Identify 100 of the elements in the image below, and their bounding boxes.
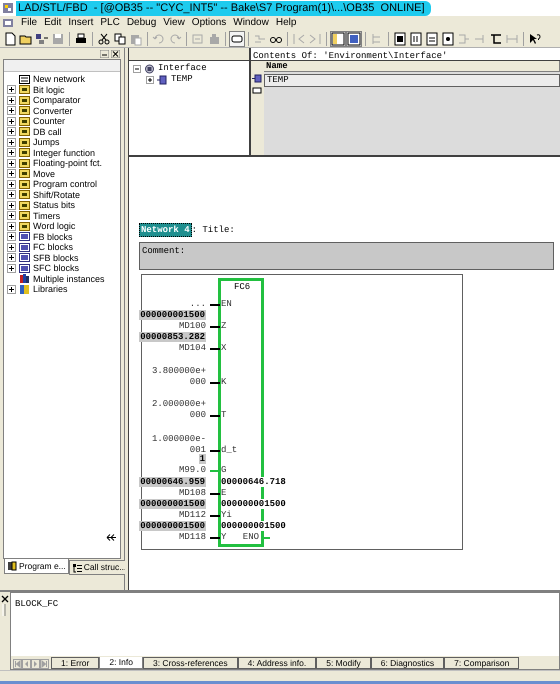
comment-field[interactable]: Comment: [139, 242, 554, 270]
block-icon [19, 252, 30, 264]
column-header[interactable]: Name [264, 61, 560, 71]
pane-tab[interactable]: 2: Info [99, 657, 143, 669]
expand-icon[interactable] [7, 85, 16, 94]
catalog-item[interactable]: Word logic [4, 221, 78, 232]
catalog-item[interactable]: Status bits [4, 200, 78, 210]
operand-label: 3.800000e+ [152, 366, 206, 376]
folder-icon [19, 210, 30, 222]
catalog-item[interactable]: FB blocks [4, 232, 75, 242]
catalog-item[interactable]: SFB blocks [4, 252, 81, 263]
tree-item[interactable]: Interface [158, 62, 207, 76]
expand-icon[interactable] [7, 96, 16, 105]
collapse-icon[interactable] [133, 64, 141, 72]
tree-item[interactable]: TEMP [171, 72, 193, 86]
expand-icon[interactable] [7, 242, 16, 252]
expand-icon[interactable] [7, 158, 16, 168]
folder-icon [19, 220, 30, 232]
pane-tab[interactable]: 4: Address info. [238, 657, 316, 669]
folder-icon [19, 200, 30, 211]
output-value: 000000001500 [221, 521, 286, 531]
operand-label: MD100 [178, 321, 206, 331]
collapse-icon[interactable] [106, 533, 117, 542]
close-icon[interactable] [1, 595, 9, 603]
menu-item[interactable]: PLC [100, 17, 120, 29]
menu-item[interactable]: Edit [44, 17, 62, 29]
folder-icon [19, 178, 30, 190]
catalog-item[interactable]: Bit logic [4, 84, 67, 95]
catalog-item[interactable]: Program control [4, 179, 100, 190]
network-icon [19, 74, 30, 85]
close-icon[interactable] [111, 50, 120, 58]
expand-icon[interactable] [146, 76, 154, 84]
pin-label: X [221, 343, 226, 353]
window-title: LAD/STL/FBD - [@OB35 -- "CYC_INT5" -- Bake\S7 Program(1)\...\OB35 ONLINE] [16, 0, 431, 16]
catalog-item[interactable]: Comparator [4, 95, 83, 106]
expand-icon[interactable] [7, 106, 16, 116]
menu-item[interactable]: Window [233, 17, 269, 29]
pane-tab[interactable]: 6: Diagnostics [370, 657, 444, 669]
operand-label: MD104 [178, 343, 206, 353]
operand-label: 000 [190, 377, 206, 387]
expand-icon[interactable] [7, 232, 16, 242]
expand-icon[interactable] [7, 138, 16, 147]
monitor-value: 00000646.959 [139, 477, 206, 487]
panel-tab[interactable]: Program e... [4, 559, 69, 574]
expand-icon[interactable] [7, 127, 16, 136]
minimize-icon[interactable] [100, 50, 109, 58]
document-icon[interactable] [2, 18, 14, 28]
network-label[interactable]: Network 4 [139, 223, 192, 237]
catalog-item[interactable]: Multiple instances [4, 274, 107, 284]
menu-item[interactable]: Insert [68, 17, 94, 29]
expand-icon[interactable] [7, 222, 16, 231]
catalog-item[interactable]: Floating-point fct. [4, 158, 104, 168]
catalog-item[interactable]: Integer function [4, 148, 98, 158]
folder-icon [19, 105, 30, 116]
new-row-icon [252, 86, 262, 94]
catalog-item[interactable]: New network [4, 74, 88, 84]
variable-icon [252, 74, 263, 83]
pin-label: T [221, 410, 226, 420]
comment-label: Comment: [142, 246, 186, 256]
expand-icon[interactable] [7, 253, 16, 262]
catalog-item[interactable]: Timers [4, 210, 62, 221]
catalog-item[interactable]: Counter [4, 116, 68, 126]
catalog-item[interactable]: Move [4, 168, 58, 179]
folder-icon [19, 158, 30, 169]
catalog-item[interactable]: Converter [4, 106, 75, 116]
operand-label: 000 [190, 410, 206, 420]
menu-item[interactable]: Debug [126, 17, 156, 29]
grip-icon [2, 604, 8, 616]
pin-label: Z [221, 321, 226, 331]
expand-icon[interactable] [7, 169, 16, 178]
catalog-item[interactable]: FC blocks [4, 242, 76, 252]
expand-icon[interactable] [7, 190, 16, 200]
catalog-item[interactable]: Libraries [4, 284, 70, 294]
folder-icon [19, 147, 30, 158]
output-text: BLOCK_FC [15, 599, 58, 609]
pane-tab[interactable]: 7: Comparison [444, 657, 520, 669]
folder-icon [19, 168, 30, 180]
catalog-item[interactable]: SFC blocks [4, 263, 82, 274]
menu-item[interactable]: Options [192, 17, 226, 29]
menu-item[interactable]: File [21, 17, 38, 29]
menu-item[interactable]: View [163, 17, 185, 29]
expand-icon[interactable] [7, 116, 16, 126]
catalog-item[interactable]: Jumps [4, 137, 62, 148]
table-cell[interactable]: TEMP [264, 74, 560, 87]
expand-icon[interactable] [7, 200, 16, 210]
pane-tab[interactable]: 1: Error [51, 657, 100, 669]
menu-item[interactable]: Help [276, 17, 296, 29]
catalog-item[interactable]: DB call [4, 126, 64, 137]
expand-icon[interactable] [7, 211, 16, 220]
operand-label: MD108 [178, 488, 206, 498]
catalog-item[interactable]: Shift/Rotate [4, 190, 82, 200]
expand-icon[interactable] [7, 148, 16, 158]
folder-icon [19, 189, 30, 200]
pane-tab[interactable]: 3: Cross-references [142, 657, 238, 669]
expand-icon[interactable] [7, 264, 16, 273]
expand-icon[interactable] [7, 180, 16, 189]
operand-label: ... [190, 299, 206, 309]
pane-tab[interactable]: 5: Modify [316, 657, 371, 669]
book-icon [19, 284, 30, 295]
expand-icon[interactable] [7, 284, 16, 294]
